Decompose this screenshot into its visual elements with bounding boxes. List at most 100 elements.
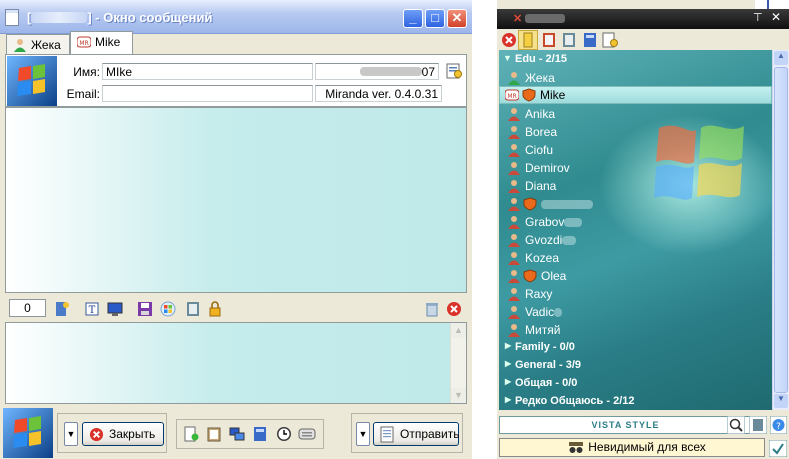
group-rare[interactable]: ▶ Редко Общаюсь - 2/12 bbox=[499, 393, 772, 410]
computers-icon[interactable] bbox=[229, 426, 245, 442]
group-common[interactable]: ▶ Общая - 0/0 bbox=[499, 375, 772, 393]
contact-row[interactable]: Vadic bbox=[499, 303, 772, 321]
add-file-icon[interactable] bbox=[183, 426, 199, 442]
scroll-thumb[interactable] bbox=[774, 67, 788, 393]
contact-row[interactable]: Diana bbox=[499, 177, 772, 195]
lock-icon[interactable] bbox=[207, 301, 223, 317]
options-icon[interactable] bbox=[541, 32, 557, 48]
contact-row-selected[interactable]: MR Mike bbox=[499, 86, 772, 104]
history-book-icon[interactable] bbox=[185, 301, 201, 317]
uin-suffix: 07 bbox=[421, 65, 435, 79]
contact-row[interactable]: Anika bbox=[499, 105, 772, 123]
contact-row[interactable]: Gvozdi bbox=[499, 231, 772, 249]
find-user-icon[interactable] bbox=[602, 32, 618, 48]
notebook-icon[interactable] bbox=[582, 32, 598, 48]
my-avatar bbox=[3, 408, 53, 458]
group-family[interactable]: ▶ Family - 0/0 bbox=[499, 339, 772, 357]
pin-icon[interactable]: ⊤ bbox=[753, 11, 763, 24]
tab-zheka[interactable]: Жека bbox=[6, 34, 70, 54]
tab-label: Mike bbox=[95, 35, 121, 49]
message-window: [] - Окно сообщений _ □ ✕ Жека MR Mike Им… bbox=[0, 0, 472, 459]
formatting-toolbar: 0 T bbox=[5, 297, 467, 321]
history-book-icon[interactable] bbox=[749, 416, 767, 434]
contact-list-scrollbar[interactable]: ▲ ▼ bbox=[772, 50, 789, 410]
send-button[interactable]: Отправить bbox=[373, 422, 460, 446]
scroll-up-arrow[interactable]: ▲ bbox=[451, 323, 466, 338]
invisible-status-icon bbox=[569, 442, 583, 453]
user-details-icon[interactable] bbox=[446, 63, 462, 79]
windows-logo-icon[interactable] bbox=[160, 301, 176, 317]
client-version-field: Miranda ver. 0.4.0.31 bbox=[315, 85, 442, 102]
group-edu[interactable]: ▼ Edu - 2/15 bbox=[499, 51, 772, 69]
contact-row[interactable]: Kozea bbox=[499, 249, 772, 267]
group-general[interactable]: ▶ General - 3/9 bbox=[499, 357, 772, 375]
message-input[interactable]: ▲ ▼ bbox=[5, 322, 467, 404]
title-bar[interactable]: [] - Окно сообщений _ □ ✕ bbox=[0, 0, 472, 34]
email-label: Email: bbox=[66, 87, 100, 101]
status-invisible-icon[interactable] bbox=[501, 32, 517, 48]
user-offline-icon bbox=[508, 252, 520, 265]
clipboard-icon[interactable] bbox=[206, 426, 222, 442]
checkmark-icon[interactable] bbox=[769, 440, 787, 457]
contact-name: Митяй bbox=[525, 323, 561, 337]
maximize-button[interactable]: □ bbox=[425, 9, 445, 28]
scroll-down-arrow[interactable]: ▼ bbox=[451, 388, 466, 403]
cancel-icon[interactable] bbox=[446, 301, 462, 317]
contact-row[interactable]: Demirov bbox=[499, 159, 772, 177]
svg-text:T: T bbox=[89, 305, 96, 316]
contact-name: Diana bbox=[525, 179, 557, 193]
close-list-icon[interactable]: ✕ bbox=[771, 10, 781, 24]
contact-list-title: ✕ bbox=[513, 12, 566, 25]
contact-row[interactable]: Митяй bbox=[499, 321, 772, 339]
send-page-icon bbox=[380, 426, 394, 443]
svg-text:MR: MR bbox=[79, 40, 88, 47]
window-edge bbox=[767, 0, 769, 9]
close-red-icon bbox=[89, 427, 104, 442]
contact-row[interactable] bbox=[499, 195, 772, 213]
name-field[interactable]: MIke bbox=[102, 63, 313, 80]
contact-name: Grabov bbox=[525, 215, 565, 229]
input-scrollbar[interactable]: ▲ ▼ bbox=[450, 323, 466, 403]
group-label: Общая - 0/0 bbox=[515, 377, 578, 389]
title-spacer bbox=[755, 0, 789, 9]
keyboard-icon[interactable] bbox=[298, 427, 316, 441]
tab-mike[interactable]: MR Mike bbox=[70, 31, 133, 55]
contact-row[interactable]: Borea bbox=[499, 123, 772, 141]
group-label: General - 3/9 bbox=[515, 359, 582, 371]
email-field[interactable] bbox=[102, 85, 313, 102]
contact-row[interactable]: Ciofu bbox=[499, 141, 772, 159]
help-icon[interactable]: ? bbox=[770, 416, 787, 434]
user-offline-icon bbox=[508, 108, 520, 121]
contact-row[interactable]: Raxy bbox=[499, 285, 772, 303]
contact-name: Kozea bbox=[525, 251, 560, 265]
send-options-dropdown[interactable]: ▼ bbox=[356, 422, 370, 446]
contact-row[interactable]: Grabov bbox=[499, 213, 772, 231]
clock-icon[interactable] bbox=[276, 426, 292, 442]
search-icon[interactable] bbox=[727, 416, 745, 434]
contact-list-toolbar bbox=[499, 30, 787, 50]
scroll-down-arrow[interactable]: ▼ bbox=[774, 394, 788, 408]
contact-name: Gvozdi bbox=[525, 233, 563, 247]
trash-icon[interactable] bbox=[424, 301, 440, 317]
text-format-icon[interactable]: T bbox=[84, 301, 100, 317]
save-icon[interactable] bbox=[137, 301, 153, 317]
history-icon[interactable] bbox=[561, 32, 577, 48]
monitor-icon[interactable] bbox=[107, 301, 123, 317]
shield-icon bbox=[523, 197, 537, 211]
status-selector[interactable]: Невидимый для всех bbox=[499, 438, 765, 457]
contact-list-titlebar[interactable]: ✕ ⊤ ✕ bbox=[497, 9, 789, 29]
uin-field[interactable]: 07 bbox=[315, 63, 439, 80]
user-offline-icon bbox=[508, 180, 520, 193]
contact-row[interactable]: Olea bbox=[499, 267, 772, 285]
notebook-icon[interactable] bbox=[252, 426, 268, 442]
user-offline-icon bbox=[508, 324, 520, 337]
minimize-button[interactable]: _ bbox=[403, 9, 423, 28]
smiley-book-icon[interactable] bbox=[54, 301, 70, 317]
close-button[interactable]: Закрыть bbox=[82, 422, 164, 446]
close-options-dropdown[interactable]: ▼ bbox=[64, 422, 78, 446]
contact-row[interactable]: Жека bbox=[499, 69, 772, 87]
user-offline-icon bbox=[508, 198, 520, 211]
scroll-up-arrow[interactable]: ▲ bbox=[774, 51, 788, 65]
message-history-log[interactable] bbox=[5, 107, 467, 293]
close-window-button[interactable]: ✕ bbox=[447, 9, 467, 28]
